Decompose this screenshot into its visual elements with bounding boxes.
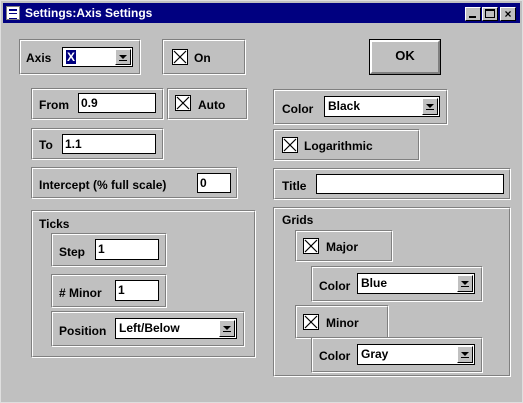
maximize-button[interactable]	[482, 7, 498, 21]
chevron-down-icon[interactable]	[115, 49, 131, 65]
step-field[interactable]: 1	[95, 239, 159, 260]
title-label: Title	[282, 179, 307, 193]
window-menu-icon[interactable]	[6, 6, 20, 20]
color-label: Color	[282, 102, 314, 116]
check-x-icon	[283, 138, 297, 152]
from-label: From	[39, 98, 69, 112]
major-color-value: Blue	[361, 276, 388, 290]
axis-label: Axis	[26, 51, 52, 65]
title-bar[interactable]: Settings:Axis Settings ×	[3, 3, 520, 23]
grids-label: Grids	[282, 213, 314, 227]
major-grid-checkbox[interactable]	[303, 238, 319, 254]
logarithmic-label: Logarithmic	[304, 139, 373, 153]
chevron-down-icon[interactable]	[422, 98, 438, 115]
check-x-icon	[304, 239, 318, 253]
chevron-down-icon[interactable]	[457, 346, 473, 363]
chevron-down-icon[interactable]	[457, 275, 473, 292]
title-field[interactable]	[316, 174, 504, 194]
color-value: Black	[328, 99, 361, 113]
logarithmic-checkbox[interactable]	[282, 137, 298, 153]
intercept-field[interactable]: 0	[197, 173, 231, 193]
major-grid-label: Major	[326, 240, 359, 254]
minor-color-label: Color	[319, 349, 351, 363]
position-select[interactable]: Left/Below	[115, 318, 237, 339]
major-color-label: Color	[319, 279, 351, 293]
auto-checkbox[interactable]	[175, 95, 191, 111]
on-checkbox[interactable]	[172, 49, 188, 65]
settings-window: Settings:Axis Settings × Axis X On OK Fr…	[0, 0, 523, 403]
check-x-icon	[173, 50, 187, 64]
ok-button[interactable]: OK	[369, 39, 441, 75]
step-label: Step	[59, 245, 86, 259]
ticks-label: Ticks	[39, 217, 70, 231]
close-button[interactable]: ×	[500, 7, 516, 21]
position-label: Position	[59, 324, 107, 338]
axis-selected-value: X	[66, 50, 77, 64]
position-value: Left/Below	[119, 321, 180, 335]
major-color-select[interactable]: Blue	[357, 273, 475, 294]
axis-select[interactable]: X	[62, 47, 133, 67]
intercept-label: Intercept (% full scale)	[39, 178, 167, 192]
minor-grid-label: Minor	[326, 316, 359, 330]
on-label: On	[194, 51, 211, 65]
auto-label: Auto	[198, 98, 226, 112]
minor-grid-checkbox[interactable]	[303, 314, 319, 330]
minor-ticks-label: # Minor	[59, 286, 102, 300]
to-field[interactable]: 1.1	[62, 134, 156, 154]
from-field[interactable]: 0.9	[78, 93, 156, 113]
chevron-down-icon[interactable]	[219, 320, 235, 337]
minimize-button[interactable]	[465, 7, 481, 21]
minor-color-value: Gray	[361, 347, 389, 361]
minor-color-select[interactable]: Gray	[357, 344, 475, 365]
check-x-icon	[176, 96, 190, 110]
check-x-icon	[304, 315, 318, 329]
minor-ticks-field[interactable]: 1	[115, 280, 159, 301]
window-title: Settings:Axis Settings	[25, 6, 153, 20]
to-label: To	[39, 138, 53, 152]
color-select[interactable]: Black	[324, 96, 440, 117]
